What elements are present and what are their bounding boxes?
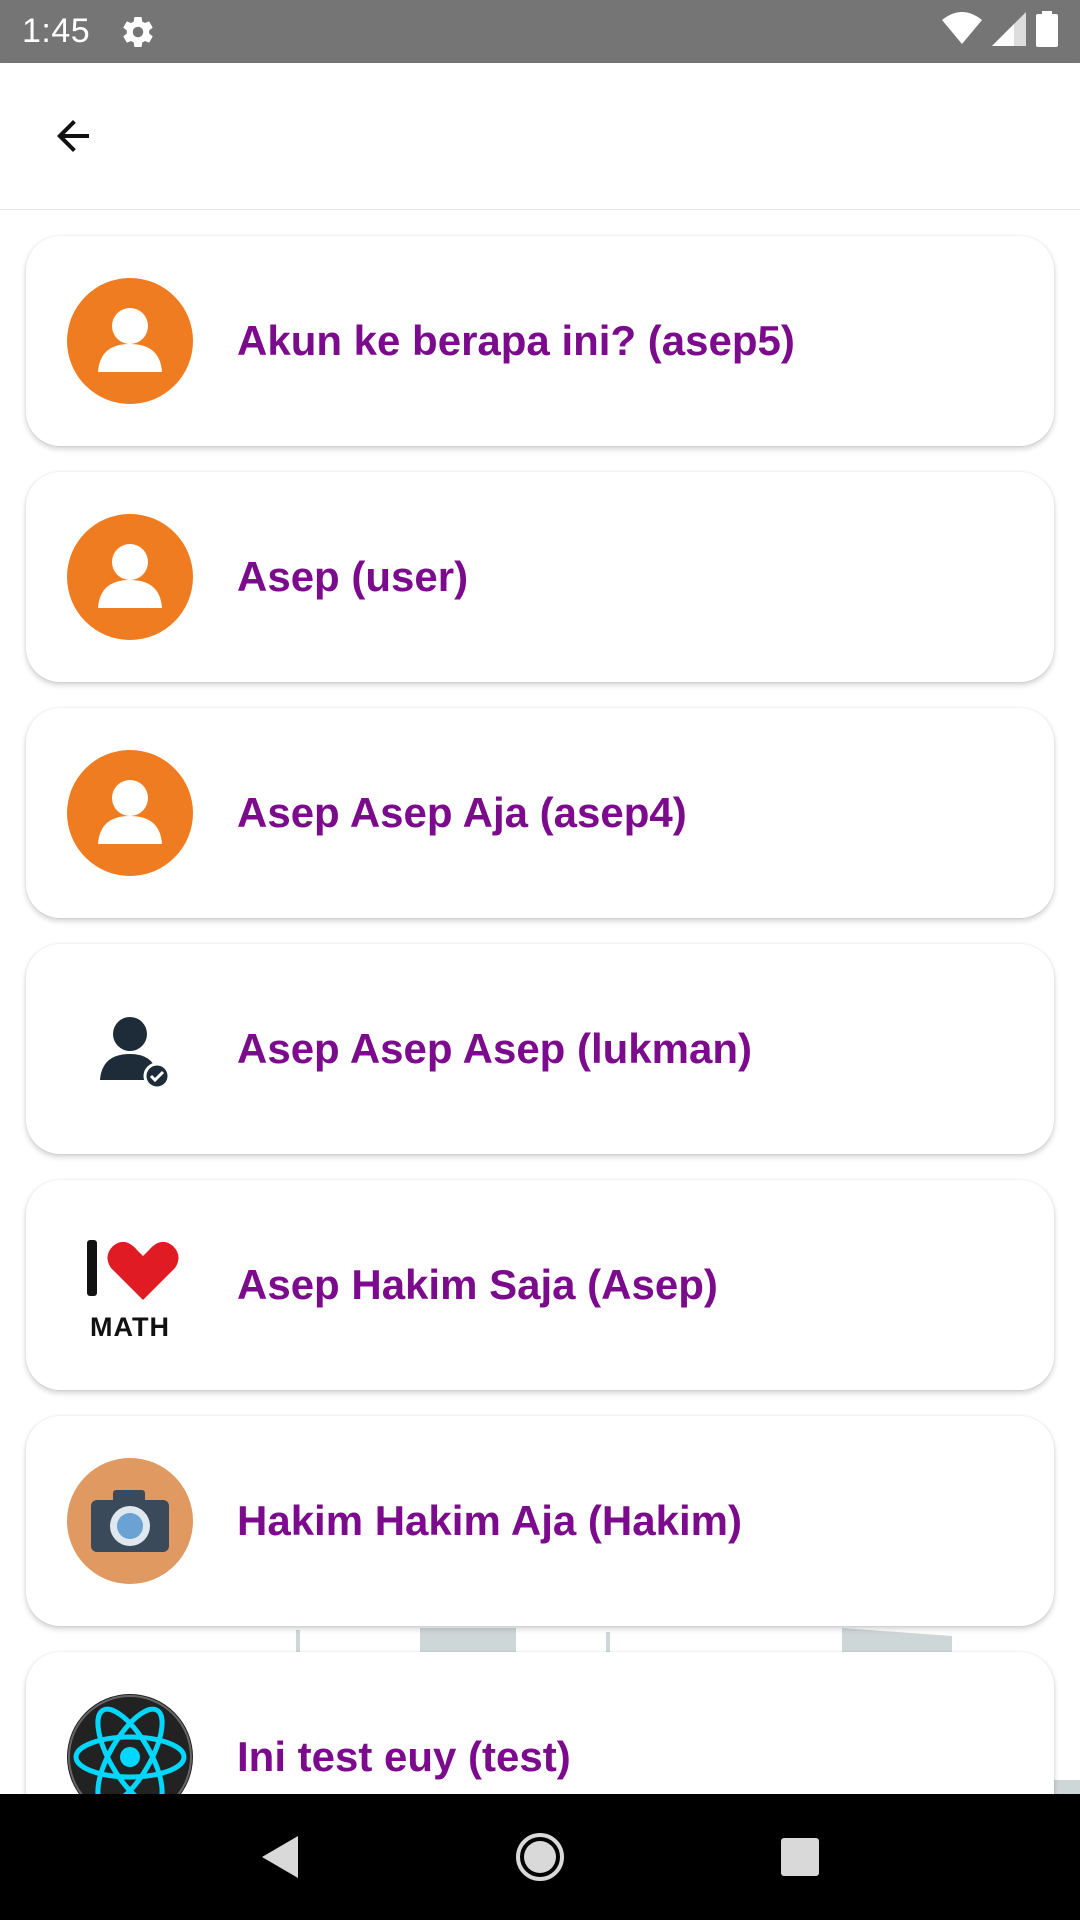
status-time: 1:45 xyxy=(22,12,91,50)
account-card[interactable]: Akun ke berapa ini? (asep5) xyxy=(26,236,1054,446)
i-love-math-avatar: MATH xyxy=(67,1222,193,1348)
account-card[interactable]: Asep (user) xyxy=(26,472,1054,682)
default-user-avatar xyxy=(67,278,193,404)
system-navigation-bar xyxy=(0,1794,1080,1920)
account-name: Asep Asep Asep (lukman) xyxy=(237,1025,753,1072)
account-name: Asep Hakim Saja (Asep) xyxy=(237,1261,718,1308)
battery-icon xyxy=(1036,11,1058,52)
gear-icon xyxy=(120,14,156,50)
account-name: Asep (user) xyxy=(237,553,469,600)
verified-user-avatar xyxy=(67,986,193,1112)
account-name: Asep Asep Aja (asep4) xyxy=(237,789,687,836)
home-circle-icon[interactable] xyxy=(510,1827,570,1887)
account-list-container[interactable]: Akun ke berapa ini? (asep5) Asep (user) xyxy=(0,210,1080,1794)
account-name: Hakim Hakim Aja (Hakim) xyxy=(237,1497,742,1544)
recents-square-icon[interactable] xyxy=(770,1827,830,1887)
app-bar xyxy=(0,63,1080,210)
account-card[interactable]: Asep Asep Asep (lukman) xyxy=(26,944,1054,1154)
status-bar: 1:45 xyxy=(0,0,1080,63)
wifi-icon xyxy=(942,12,982,51)
default-user-avatar xyxy=(67,750,193,876)
account-list: Akun ke berapa ini? (asep5) Asep (user) xyxy=(26,236,1054,1794)
account-card[interactable]: Asep Asep Aja (asep4) xyxy=(26,708,1054,918)
account-name: Akun ke berapa ini? (asep5) xyxy=(237,317,795,364)
account-card[interactable]: MATH Asep Hakim Saja (Asep) xyxy=(26,1180,1054,1390)
react-logo-avatar xyxy=(67,1694,193,1794)
back-triangle-icon[interactable] xyxy=(250,1827,310,1887)
arrow-back-icon[interactable] xyxy=(46,109,100,163)
signal-icon xyxy=(992,12,1026,51)
camera-avatar xyxy=(67,1458,193,1584)
avatar-math-text: MATH xyxy=(90,1311,170,1342)
account-card[interactable]: Ini test euy (test) xyxy=(26,1652,1054,1794)
account-card[interactable]: Hakim Hakim Aja (Hakim) xyxy=(26,1416,1054,1626)
default-user-avatar xyxy=(67,514,193,640)
account-name: Ini test euy (test) xyxy=(237,1733,571,1780)
